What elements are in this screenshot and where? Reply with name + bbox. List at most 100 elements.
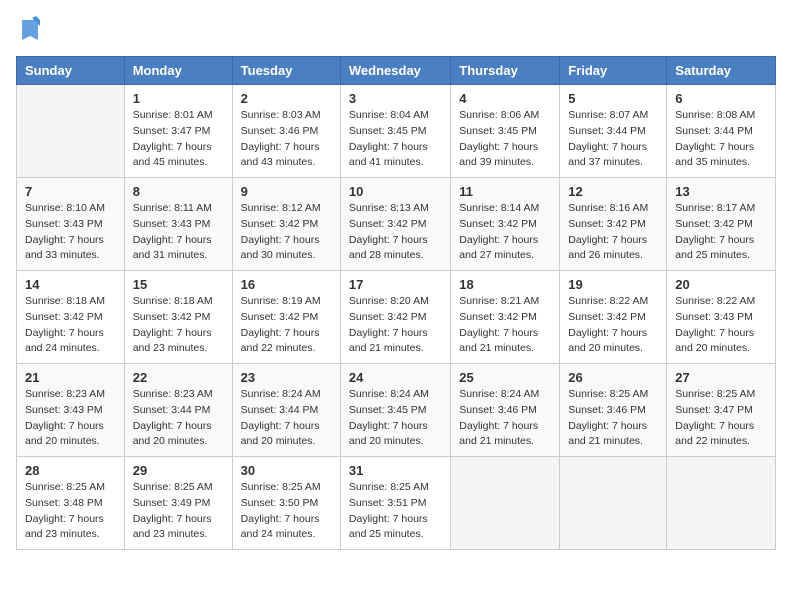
day-number: 8 bbox=[133, 184, 224, 199]
day-number: 16 bbox=[241, 277, 332, 292]
day-info: Sunrise: 8:24 AM Sunset: 3:46 PM Dayligh… bbox=[459, 387, 551, 450]
day-number: 10 bbox=[349, 184, 442, 199]
col-header-wednesday: Wednesday bbox=[340, 57, 450, 85]
day-info: Sunrise: 8:22 AM Sunset: 3:43 PM Dayligh… bbox=[675, 294, 767, 357]
calendar-cell: 5Sunrise: 8:07 AM Sunset: 3:44 PM Daylig… bbox=[560, 85, 667, 178]
day-info: Sunrise: 8:11 AM Sunset: 3:43 PM Dayligh… bbox=[133, 201, 224, 264]
calendar-cell: 6Sunrise: 8:08 AM Sunset: 3:44 PM Daylig… bbox=[667, 85, 776, 178]
calendar-cell: 15 Sunrise: 8:18 AM Sunset: 3:42 PM Dayli… bbox=[124, 271, 232, 364]
day-number: 4 bbox=[459, 91, 551, 106]
day-number: 15 bbox=[133, 277, 224, 292]
calendar-cell: 18 Sunrise: 8:21 AM Sunset: 3:42 PM Dayli… bbox=[451, 271, 560, 364]
calendar-cell: 29 Sunrise: 8:25 AM Sunset: 3:49 PM Dayli… bbox=[124, 457, 232, 550]
day-number: 13 bbox=[675, 184, 767, 199]
day-info: Sunrise: 8:06 AM Sunset: 3:45 PM Dayligh… bbox=[459, 108, 551, 171]
calendar-cell: 1Sunrise: 8:01 AM Sunset: 3:47 PM Daylig… bbox=[124, 85, 232, 178]
day-number: 21 bbox=[25, 370, 116, 385]
day-info: Sunrise: 8:04 AM Sunset: 3:45 PM Dayligh… bbox=[349, 108, 442, 171]
day-info: Sunrise: 8:13 AM Sunset: 3:42 PM Dayligh… bbox=[349, 201, 442, 264]
calendar-cell: 31 Sunrise: 8:25 AM Sunset: 3:51 PM Dayli… bbox=[340, 457, 450, 550]
day-info: Sunrise: 8:21 AM Sunset: 3:42 PM Dayligh… bbox=[459, 294, 551, 357]
calendar-cell: 17Sunrise: 8:20 AM Sunset: 3:42 PM Dayli… bbox=[340, 271, 450, 364]
day-number: 6 bbox=[675, 91, 767, 106]
day-number: 14 bbox=[25, 277, 116, 292]
calendar-week-row: 7 Sunrise: 8:10 AM Sunset: 3:43 PM Daylig… bbox=[17, 178, 776, 271]
col-header-tuesday: Tuesday bbox=[232, 57, 340, 85]
calendar-cell: 22 Sunrise: 8:23 AM Sunset: 3:44 PM Dayli… bbox=[124, 364, 232, 457]
calendar-cell: 4 Sunrise: 8:06 AM Sunset: 3:45 PM Daylig… bbox=[451, 85, 560, 178]
day-info: Sunrise: 8:18 AM Sunset: 3:42 PM Dayligh… bbox=[25, 294, 116, 357]
day-number: 18 bbox=[459, 277, 551, 292]
day-number: 31 bbox=[349, 463, 442, 478]
day-info: Sunrise: 8:25 AM Sunset: 3:51 PM Dayligh… bbox=[349, 480, 442, 543]
day-info: Sunrise: 8:22 AM Sunset: 3:42 PM Dayligh… bbox=[568, 294, 658, 357]
calendar-cell: 3 Sunrise: 8:04 AM Sunset: 3:45 PM Daylig… bbox=[340, 85, 450, 178]
col-header-saturday: Saturday bbox=[667, 57, 776, 85]
day-number: 2 bbox=[241, 91, 332, 106]
day-number: 29 bbox=[133, 463, 224, 478]
col-header-friday: Friday bbox=[560, 57, 667, 85]
day-number: 24 bbox=[349, 370, 442, 385]
day-info: Sunrise: 8:25 AM Sunset: 3:48 PM Dayligh… bbox=[25, 480, 116, 543]
day-info: Sunrise: 8:23 AM Sunset: 3:44 PM Dayligh… bbox=[133, 387, 224, 450]
calendar-header-row: SundayMondayTuesdayWednesdayThursdayFrid… bbox=[17, 57, 776, 85]
day-number: 22 bbox=[133, 370, 224, 385]
day-info: Sunrise: 8:03 AM Sunset: 3:46 PM Dayligh… bbox=[241, 108, 332, 171]
day-info: Sunrise: 8:01 AM Sunset: 3:47 PM Dayligh… bbox=[133, 108, 224, 171]
day-info: Sunrise: 8:18 AM Sunset: 3:42 PM Dayligh… bbox=[133, 294, 224, 357]
day-info: Sunrise: 8:23 AM Sunset: 3:43 PM Dayligh… bbox=[25, 387, 116, 450]
day-info: Sunrise: 8:25 AM Sunset: 3:49 PM Dayligh… bbox=[133, 480, 224, 543]
calendar-cell: 7 Sunrise: 8:10 AM Sunset: 3:43 PM Daylig… bbox=[17, 178, 125, 271]
calendar-cell: 12 Sunrise: 8:16 AM Sunset: 3:42 PM Dayli… bbox=[560, 178, 667, 271]
day-number: 30 bbox=[241, 463, 332, 478]
logo bbox=[16, 16, 42, 44]
calendar-week-row: 28 Sunrise: 8:25 AM Sunset: 3:48 PM Dayli… bbox=[17, 457, 776, 550]
day-info: Sunrise: 8:16 AM Sunset: 3:42 PM Dayligh… bbox=[568, 201, 658, 264]
day-info: Sunrise: 8:25 AM Sunset: 3:50 PM Dayligh… bbox=[241, 480, 332, 543]
calendar-week-row: 1Sunrise: 8:01 AM Sunset: 3:47 PM Daylig… bbox=[17, 85, 776, 178]
calendar-cell: 20 Sunrise: 8:22 AM Sunset: 3:43 PM Dayli… bbox=[667, 271, 776, 364]
logo-icon bbox=[18, 16, 42, 44]
day-info: Sunrise: 8:25 AM Sunset: 3:46 PM Dayligh… bbox=[568, 387, 658, 450]
day-info: Sunrise: 8:07 AM Sunset: 3:44 PM Dayligh… bbox=[568, 108, 658, 171]
day-number: 20 bbox=[675, 277, 767, 292]
calendar-cell: 28 Sunrise: 8:25 AM Sunset: 3:48 PM Dayli… bbox=[17, 457, 125, 550]
col-header-sunday: Sunday bbox=[17, 57, 125, 85]
day-number: 25 bbox=[459, 370, 551, 385]
calendar-cell: 16 Sunrise: 8:19 AM Sunset: 3:42 PM Dayli… bbox=[232, 271, 340, 364]
calendar-cell: 14 Sunrise: 8:18 AM Sunset: 3:42 PM Dayli… bbox=[17, 271, 125, 364]
calendar-cell bbox=[17, 85, 125, 178]
day-number: 28 bbox=[25, 463, 116, 478]
day-number: 11 bbox=[459, 184, 551, 199]
calendar-cell: 13 Sunrise: 8:17 AM Sunset: 3:42 PM Dayli… bbox=[667, 178, 776, 271]
day-number: 7 bbox=[25, 184, 116, 199]
col-header-thursday: Thursday bbox=[451, 57, 560, 85]
day-number: 27 bbox=[675, 370, 767, 385]
day-info: Sunrise: 8:24 AM Sunset: 3:45 PM Dayligh… bbox=[349, 387, 442, 450]
calendar-cell: 25 Sunrise: 8:24 AM Sunset: 3:46 PM Dayli… bbox=[451, 364, 560, 457]
day-number: 12 bbox=[568, 184, 658, 199]
calendar-cell: 30 Sunrise: 8:25 AM Sunset: 3:50 PM Dayli… bbox=[232, 457, 340, 550]
calendar-cell: 27Sunrise: 8:25 AM Sunset: 3:47 PM Dayli… bbox=[667, 364, 776, 457]
day-info: Sunrise: 8:19 AM Sunset: 3:42 PM Dayligh… bbox=[241, 294, 332, 357]
day-info: Sunrise: 8:10 AM Sunset: 3:43 PM Dayligh… bbox=[25, 201, 116, 264]
calendar-week-row: 14 Sunrise: 8:18 AM Sunset: 3:42 PM Dayli… bbox=[17, 271, 776, 364]
day-number: 3 bbox=[349, 91, 442, 106]
calendar-cell: 24 Sunrise: 8:24 AM Sunset: 3:45 PM Dayli… bbox=[340, 364, 450, 457]
calendar-cell: 9 Sunrise: 8:12 AM Sunset: 3:42 PM Daylig… bbox=[232, 178, 340, 271]
calendar-cell: 23 Sunrise: 8:24 AM Sunset: 3:44 PM Dayli… bbox=[232, 364, 340, 457]
day-info: Sunrise: 8:12 AM Sunset: 3:42 PM Dayligh… bbox=[241, 201, 332, 264]
day-info: Sunrise: 8:17 AM Sunset: 3:42 PM Dayligh… bbox=[675, 201, 767, 264]
calendar-cell: 21 Sunrise: 8:23 AM Sunset: 3:43 PM Dayli… bbox=[17, 364, 125, 457]
day-number: 17 bbox=[349, 277, 442, 292]
day-number: 9 bbox=[241, 184, 332, 199]
calendar-cell: 19Sunrise: 8:22 AM Sunset: 3:42 PM Dayli… bbox=[560, 271, 667, 364]
calendar-cell bbox=[560, 457, 667, 550]
calendar-cell bbox=[451, 457, 560, 550]
calendar-week-row: 21 Sunrise: 8:23 AM Sunset: 3:43 PM Dayli… bbox=[17, 364, 776, 457]
calendar-cell: 10 Sunrise: 8:13 AM Sunset: 3:42 PM Dayli… bbox=[340, 178, 450, 271]
calendar-cell bbox=[667, 457, 776, 550]
day-number: 23 bbox=[241, 370, 332, 385]
day-info: Sunrise: 8:24 AM Sunset: 3:44 PM Dayligh… bbox=[241, 387, 332, 450]
calendar-table: SundayMondayTuesdayWednesdayThursdayFrid… bbox=[16, 56, 776, 550]
